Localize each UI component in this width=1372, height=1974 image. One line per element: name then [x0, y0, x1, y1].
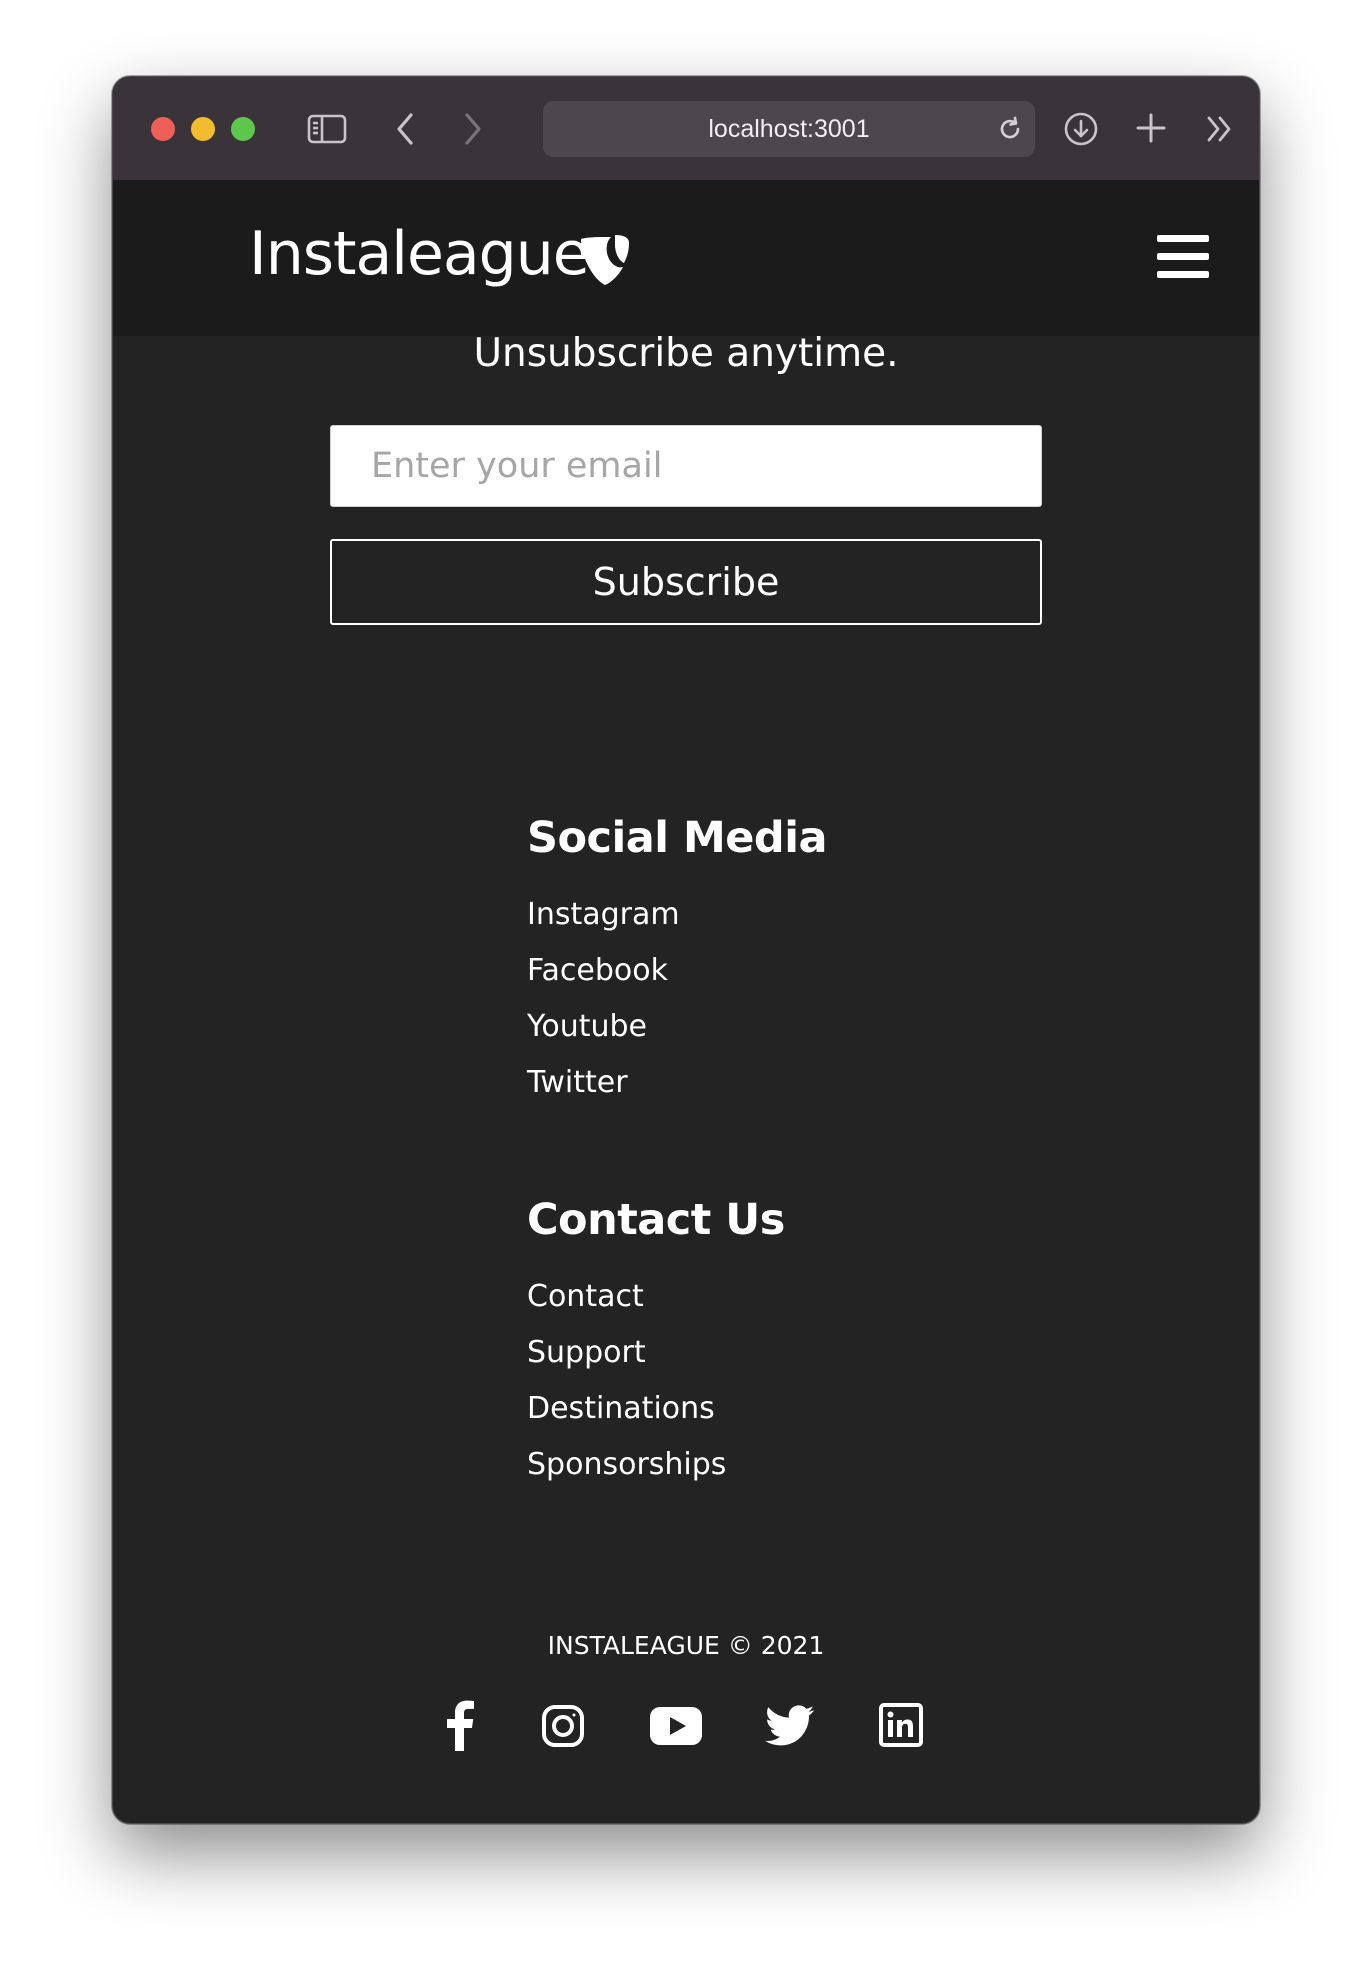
back-icon[interactable]: [395, 112, 415, 146]
social-icons-row: [113, 1699, 1259, 1759]
footer-link-contact[interactable]: Contact: [527, 1269, 785, 1325]
hamburger-menu-icon[interactable]: [1157, 233, 1209, 281]
footer-link-destinations[interactable]: Destinations: [527, 1381, 785, 1437]
typo3-shield-icon[interactable]: [579, 233, 631, 291]
footer-link-youtube[interactable]: Youtube: [527, 999, 827, 1055]
new-tab-icon[interactable]: [1135, 112, 1167, 144]
linkedin-icon[interactable]: [879, 1703, 923, 1747]
more-icon[interactable]: [1205, 115, 1235, 143]
close-window-button[interactable]: [151, 117, 175, 141]
footer-link-twitter[interactable]: Twitter: [527, 1055, 827, 1111]
social-media-heading: Social Media: [527, 813, 827, 863]
minimize-window-button[interactable]: [191, 117, 215, 141]
footer-link-instagram[interactable]: Instagram: [527, 887, 827, 943]
download-icon[interactable]: [1063, 111, 1099, 147]
address-bar[interactable]: localhost:3001: [543, 101, 1035, 157]
social-media-section: Social Media Instagram Facebook Youtube …: [527, 813, 827, 1111]
instagram-icon[interactable]: [541, 1704, 585, 1748]
youtube-icon[interactable]: [649, 1706, 703, 1746]
forward-icon[interactable]: [463, 112, 483, 146]
footer-link-sponsorships[interactable]: Sponsorships: [527, 1437, 785, 1493]
site-logo-text[interactable]: Instaleague: [249, 219, 590, 289]
site-header: Instaleague: [113, 181, 1259, 336]
browser-titlebar: localhost:3001: [113, 77, 1259, 181]
browser-window: localhost:3001 Instaleague Unsubscribe a…: [112, 76, 1260, 1824]
subscribe-button[interactable]: Subscribe: [330, 539, 1042, 625]
footer-link-facebook[interactable]: Facebook: [527, 943, 827, 999]
twitter-icon[interactable]: [765, 1705, 815, 1747]
contact-us-heading: Contact Us: [527, 1195, 785, 1245]
reload-icon[interactable]: [997, 116, 1023, 146]
copyright-text: INSTALEAGUE © 2021: [547, 1631, 825, 1660]
footer-link-support[interactable]: Support: [527, 1325, 785, 1381]
newsletter-tagline: Unsubscribe anytime.: [473, 331, 899, 376]
zoom-window-button[interactable]: [231, 117, 255, 141]
facebook-icon[interactable]: [443, 1699, 475, 1751]
url-text: localhost:3001: [708, 115, 870, 143]
contact-us-section: Contact Us Contact Support Destinations …: [527, 1195, 785, 1493]
sidebar-icon[interactable]: [307, 113, 347, 145]
email-input[interactable]: [330, 425, 1042, 507]
